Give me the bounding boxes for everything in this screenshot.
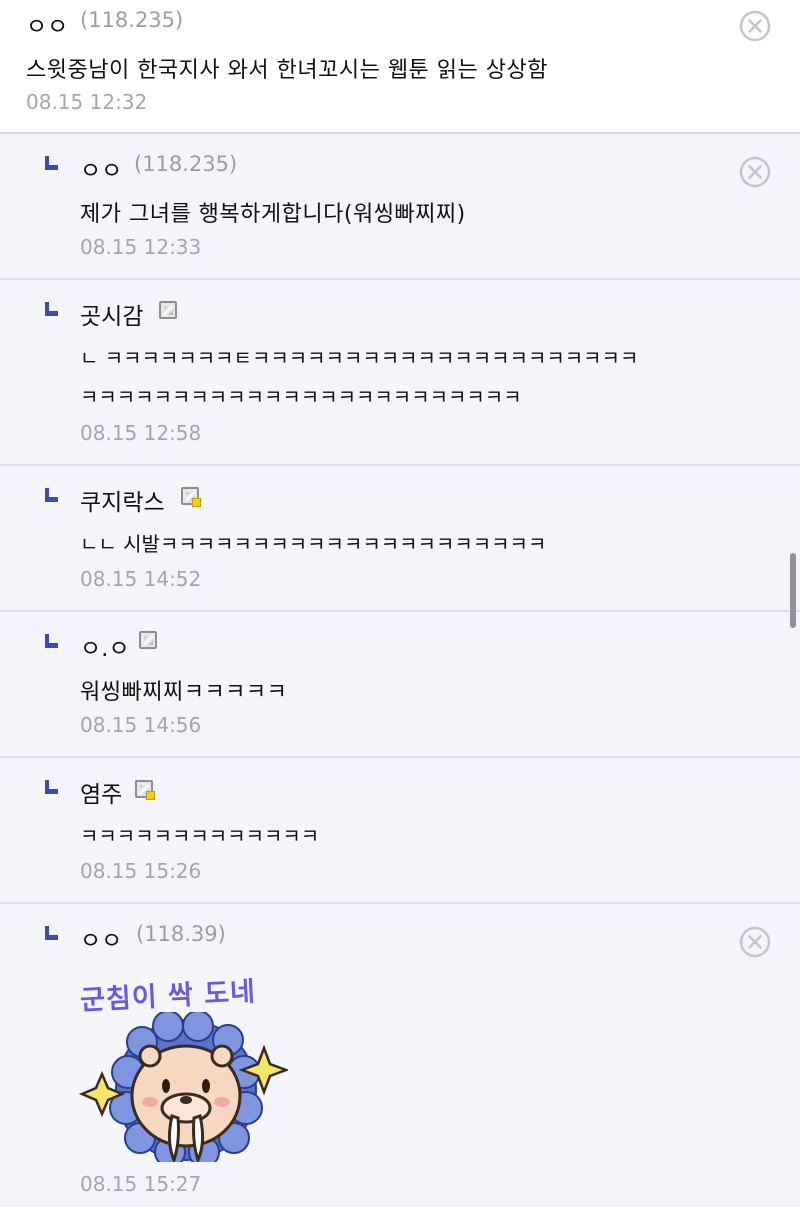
reply-arrow-icon xyxy=(44,488,58,502)
comment-nickname[interactable]: ㅇㅇ xyxy=(26,7,68,41)
delete-circle-icon[interactable] xyxy=(739,156,771,188)
comment-nickname[interactable]: ㅇ.ㅇ xyxy=(80,629,130,663)
dccon-sticker[interactable]: 군침이 싹 도네 xyxy=(78,972,288,1162)
reply-arrow-icon xyxy=(44,156,58,170)
reply-item: 쿠지락스 ㄴㄴ 시발ㅋㅋㅋㅋㅋㅋㅋㅋㅋㅋㅋㅋㅋㅋㅋㅋㅋㅋㅋㅋㅋ 08.15 14… xyxy=(0,466,800,612)
gallog-badge-icon[interactable] xyxy=(135,780,155,800)
scrollbar[interactable] xyxy=(790,553,796,628)
comment-timestamp: 08.15 15:27 xyxy=(80,1172,202,1196)
comment-text: ㅋㅋㅋㅋㅋㅋㅋㅋㅋㅋㅋㅋㅋㅋㅋㅋㅋㅋㅋㅋㅋㅋㅋㅋ xyxy=(80,385,522,409)
gallog-badge-icon[interactable] xyxy=(139,631,157,649)
sticker-caption: 군침이 싹 도네 xyxy=(79,976,257,1017)
comment-timestamp: 08.15 12:33 xyxy=(80,235,202,259)
comment-text: ㄴㄴ 시발ㅋㅋㅋㅋㅋㅋㅋㅋㅋㅋㅋㅋㅋㅋㅋㅋㅋㅋㅋㅋㅋ xyxy=(80,532,547,556)
comment-nickname[interactable]: 쿠지락스 xyxy=(80,483,165,517)
comment-text: 워씽빠찌찌ㅋㅋㅋㅋㅋ xyxy=(80,680,288,705)
gallog-badge-icon[interactable] xyxy=(159,301,177,319)
reply-arrow-icon xyxy=(44,634,58,648)
comment-nickname[interactable]: ㅇㅇ xyxy=(80,151,122,185)
reply-item: ㅇ.ㅇ 워씽빠찌찌ㅋㅋㅋㅋㅋ 08.15 14:56 xyxy=(0,612,800,758)
comment-timestamp: 08.15 12:58 xyxy=(80,421,202,445)
delete-circle-icon[interactable] xyxy=(739,926,771,958)
comment-item: ㅇㅇ (118.235) 스윗중남이 한국지사 와서 한녀꼬시는 웹툰 읽는 상… xyxy=(0,0,800,134)
comment-timestamp: 08.15 15:26 xyxy=(80,859,202,883)
comment-ip: (118.39) xyxy=(136,922,226,946)
comment-text: 제가 그녀를 행복하게합니다(워씽빠찌찌) xyxy=(80,202,466,227)
comment-timestamp: 08.15 12:32 xyxy=(26,90,148,114)
reply-arrow-icon xyxy=(44,926,58,940)
reply-item: ㅇㅇ (118.235) 제가 그녀를 행복하게합니다(워씽빠찌찌) 08.15… xyxy=(0,134,800,280)
gallog-badge-icon[interactable] xyxy=(181,487,201,507)
reply-arrow-icon xyxy=(44,302,58,316)
walrus-character-icon xyxy=(78,1012,288,1162)
comment-timestamp: 08.15 14:56 xyxy=(80,713,202,737)
reply-item: 곳시감 ㄴ ㅋㅋㅋㅋㅋㅋㅋㅌㅋㅋㅋㅋㅋㅋㅋㅋㅋㅋㅋㅋㅋㅋㅋㅋㅋㅋㅋㅋㅋ ㅋㅋㅋㅋ… xyxy=(0,280,800,466)
reply-arrow-icon xyxy=(44,780,58,794)
comment-nickname[interactable]: ㅇㅇ xyxy=(80,921,122,955)
comment-timestamp: 08.15 14:52 xyxy=(80,567,202,591)
comment-ip: (118.235) xyxy=(134,152,238,176)
comment-nickname[interactable]: 염주 xyxy=(80,775,122,809)
comment-text: 스윗중남이 한국지사 와서 한녀꼬시는 웹툰 읽는 상상함 xyxy=(26,58,548,83)
reply-item: 염주 ㅋㅋㅋㅋㅋㅋㅋㅋㅋㅋㅋㅋㅋ 08.15 15:26 xyxy=(0,758,800,904)
comment-nickname[interactable]: 곳시감 xyxy=(80,297,143,331)
comment-text: ㄴ ㅋㅋㅋㅋㅋㅋㅋㅌㅋㅋㅋㅋㅋㅋㅋㅋㅋㅋㅋㅋㅋㅋㅋㅋㅋㅋㅋㅋㅋ xyxy=(80,346,639,370)
delete-circle-icon[interactable] xyxy=(739,10,771,42)
comment-text: ㅋㅋㅋㅋㅋㅋㅋㅋㅋㅋㅋㅋㅋ xyxy=(80,824,320,848)
comment-ip: (118.235) xyxy=(80,8,184,32)
